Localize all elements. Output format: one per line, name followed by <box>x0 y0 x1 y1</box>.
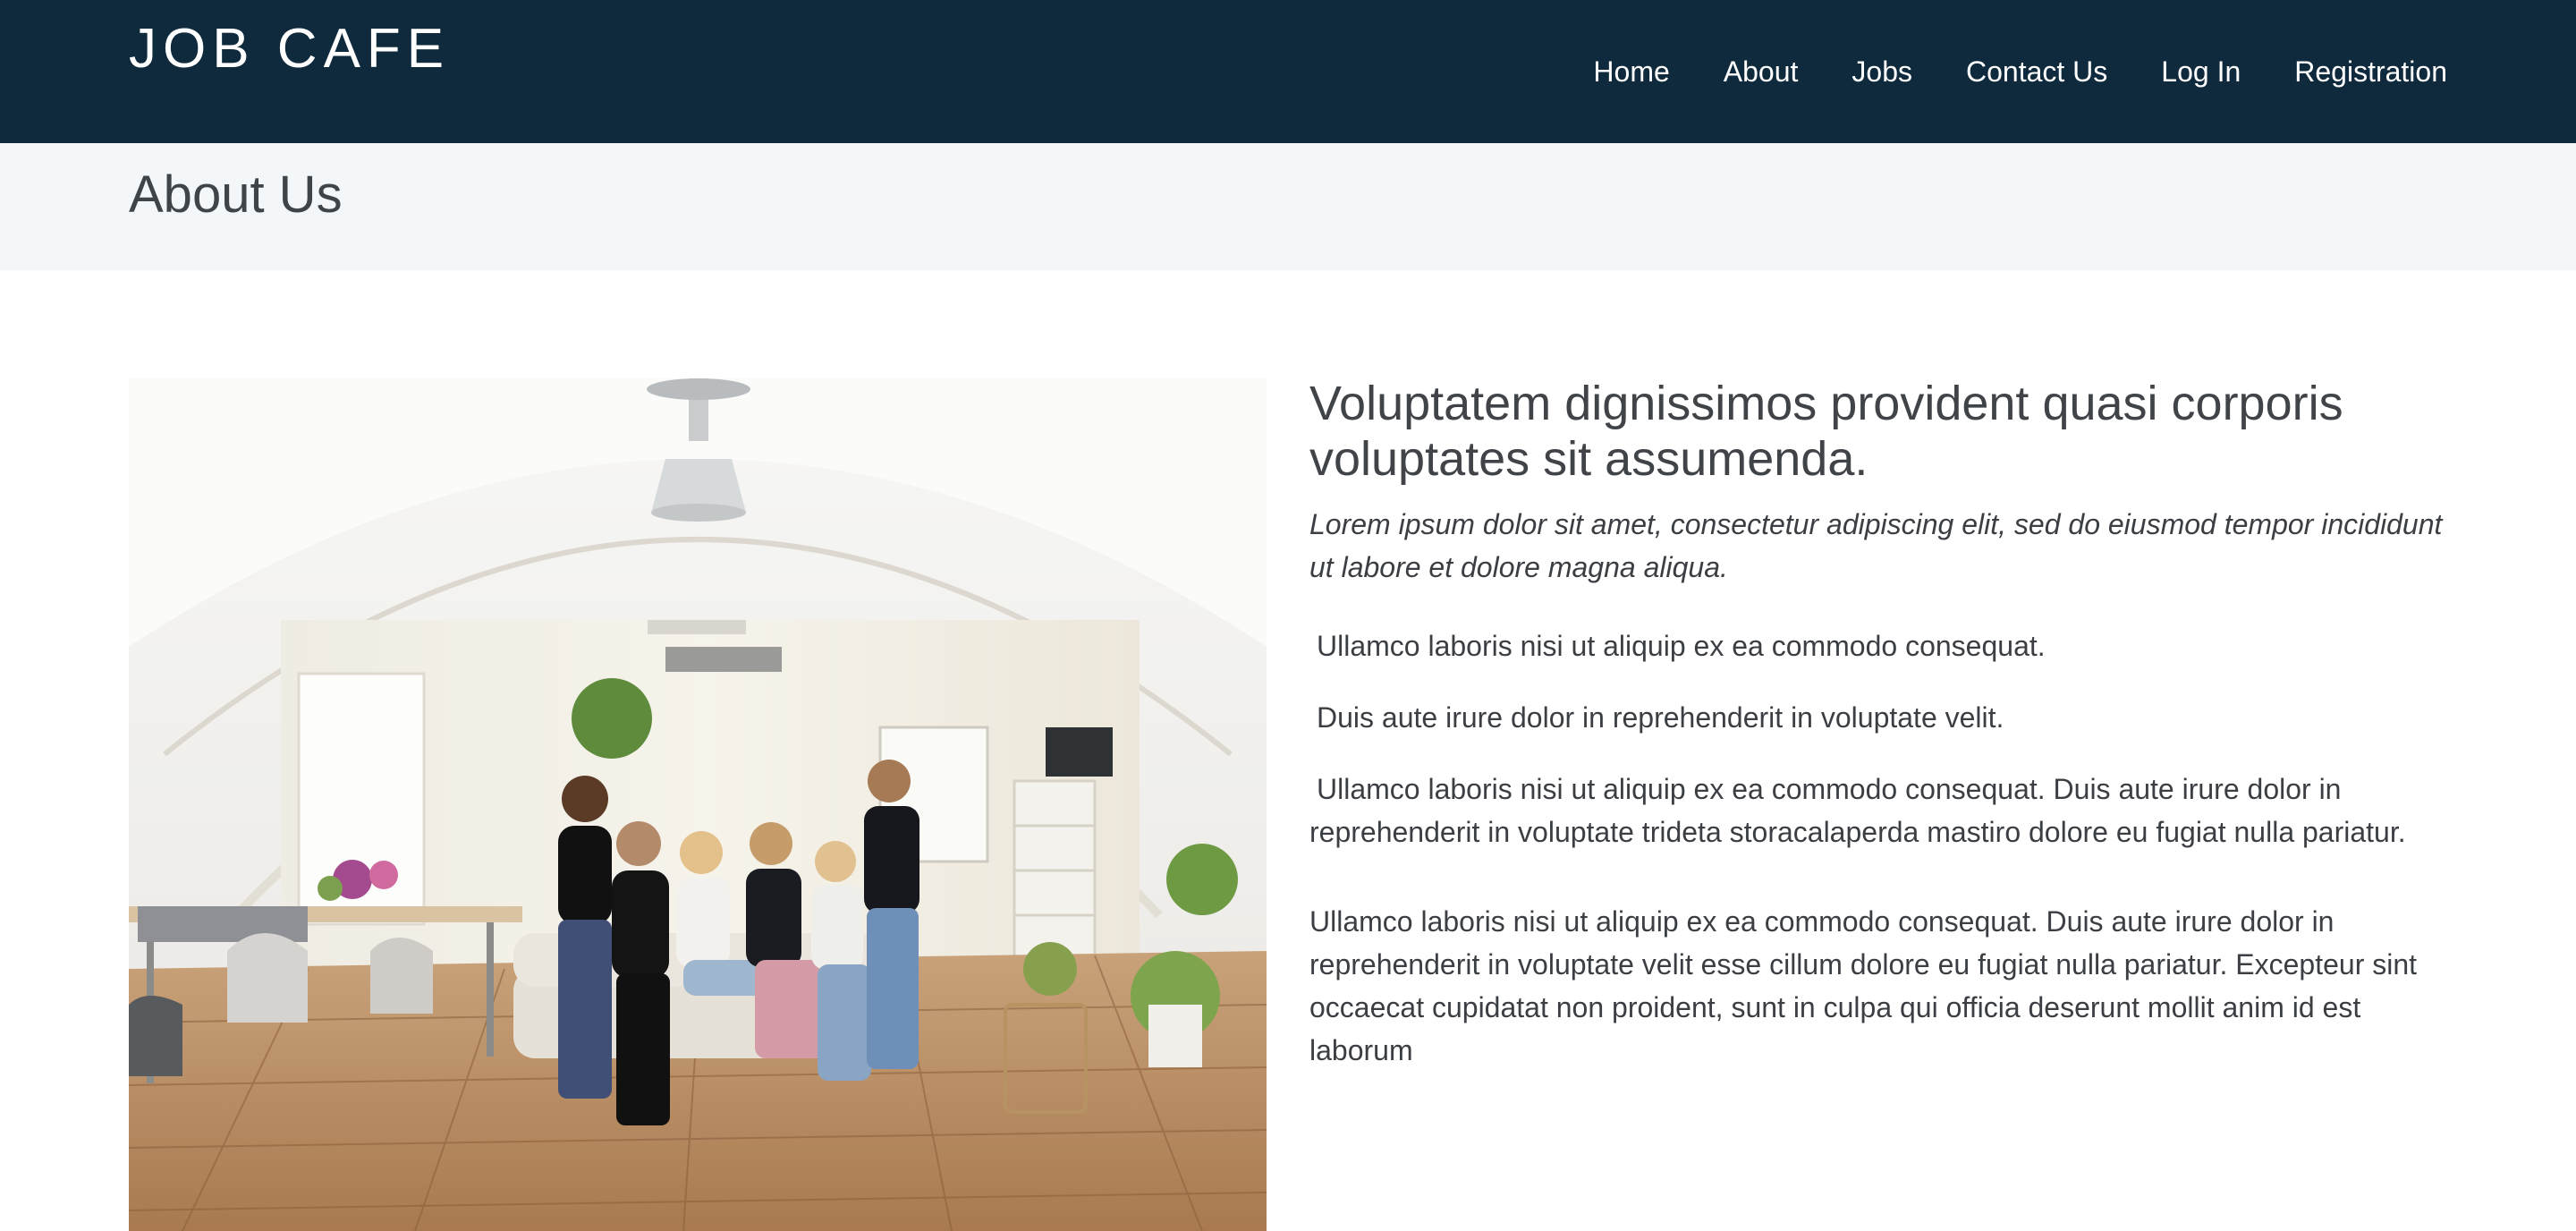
main-nav: Home About Jobs Contact Us Log In Regist… <box>1539 50 2447 93</box>
page-title: About Us <box>129 166 343 224</box>
team-photo-illustration <box>129 378 1267 1231</box>
about-paragraph: Ullamco laboris nisi ut aliquip ex ea co… <box>1309 768 2463 853</box>
about-paragraph: Ullamco laboris nisi ut aliquip ex ea co… <box>1309 905 2418 1066</box>
team-photo <box>129 378 1267 1231</box>
brand-logo[interactable]: JOB CAFE <box>129 16 450 82</box>
nav-home-link[interactable]: Home <box>1593 50 1669 93</box>
about-paragraph-text: Ullamco laboris nisi ut aliquip ex ea co… <box>1309 773 2406 848</box>
nav-about-link[interactable]: About <box>1724 50 1799 93</box>
about-paragraph: Ullamco laboris nisi ut aliquip ex ea co… <box>1317 630 2046 662</box>
about-lead: Lorem ipsum dolor sit amet, consectetur … <box>1309 508 2443 583</box>
site-header: JOB CAFE Home About Jobs Contact Us Log … <box>0 0 2576 143</box>
nav-contact-link[interactable]: Contact Us <box>1966 50 2107 93</box>
about-content: Voluptatem dignissimos provident quasi c… <box>1309 376 2463 1072</box>
nav-login-link[interactable]: Log In <box>2161 50 2241 93</box>
page-title-bar: About Us <box>0 143 2576 270</box>
about-heading: Voluptatem dignissimos provident quasi c… <box>1309 377 2343 486</box>
nav-registration-link[interactable]: Registration <box>2294 50 2447 93</box>
about-paragraph: Duis aute irure dolor in reprehenderit i… <box>1317 701 2004 734</box>
nav-jobs-link[interactable]: Jobs <box>1852 50 1912 93</box>
